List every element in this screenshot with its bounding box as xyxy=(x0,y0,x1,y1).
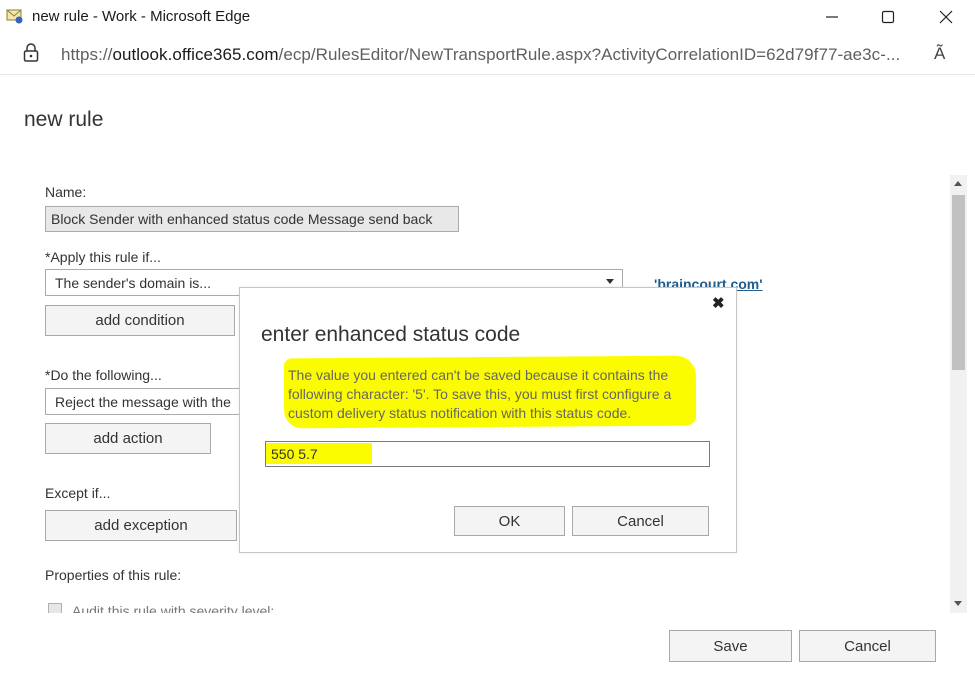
save-button[interactable]: Save xyxy=(669,630,792,662)
read-aloud-icon[interactable]: Ã xyxy=(934,44,945,64)
url-host: outlook.office365.com xyxy=(112,45,279,64)
add-action-button[interactable]: add action xyxy=(45,423,211,454)
name-label: Name: xyxy=(45,184,87,200)
cancel-button[interactable]: Cancel xyxy=(799,630,936,662)
dialog-title: enter enhanced status code xyxy=(261,323,521,346)
status-code-value[interactable]: 550 5.7 xyxy=(271,446,318,462)
window-title: new rule - Work - Microsoft Edge xyxy=(32,8,251,25)
window-close-button[interactable] xyxy=(919,0,973,34)
add-exception-button[interactable]: add exception xyxy=(45,510,237,541)
maximize-icon xyxy=(881,10,895,24)
dialog-error-message: The value you entered can't be saved bec… xyxy=(288,367,672,421)
url-path: /ecp/RulesEditor/NewTransportRule.aspx?A… xyxy=(278,45,901,64)
page-title: new rule xyxy=(24,108,104,131)
chevron-down-icon xyxy=(606,279,614,284)
scroll-down-icon[interactable] xyxy=(954,601,962,606)
url-scheme: https:// xyxy=(61,45,113,64)
ok-button[interactable]: OK xyxy=(454,506,565,536)
audit-label: Audit this rule with severity level: xyxy=(72,603,275,613)
close-icon xyxy=(939,10,953,24)
minimize-icon xyxy=(826,16,838,18)
url-field[interactable]: https://outlook.office365.com/ecp/RulesE… xyxy=(61,45,900,65)
properties-label: Properties of this rule: xyxy=(45,567,182,583)
outlook-envelope-icon xyxy=(6,8,24,24)
scroll-up-icon[interactable] xyxy=(954,181,962,186)
lock-icon[interactable] xyxy=(22,42,40,64)
rule-name-input[interactable]: Block Sender with enhanced status code M… xyxy=(45,206,459,232)
audit-checkbox[interactable] xyxy=(48,603,62,613)
audit-row: Audit this rule with severity level: xyxy=(48,603,308,613)
dialog-cancel-button[interactable]: Cancel xyxy=(572,506,709,536)
add-condition-button[interactable]: add condition xyxy=(45,305,235,336)
maximize-button[interactable] xyxy=(861,0,915,34)
scroll-thumb[interactable] xyxy=(952,195,965,370)
minimize-button[interactable] xyxy=(805,0,859,34)
do-following-label: *Do the following... xyxy=(45,367,162,383)
close-icon[interactable]: ✖ xyxy=(712,294,725,312)
apply-rule-label: *Apply this rule if... xyxy=(45,249,161,265)
except-if-label: Except if... xyxy=(45,485,111,501)
